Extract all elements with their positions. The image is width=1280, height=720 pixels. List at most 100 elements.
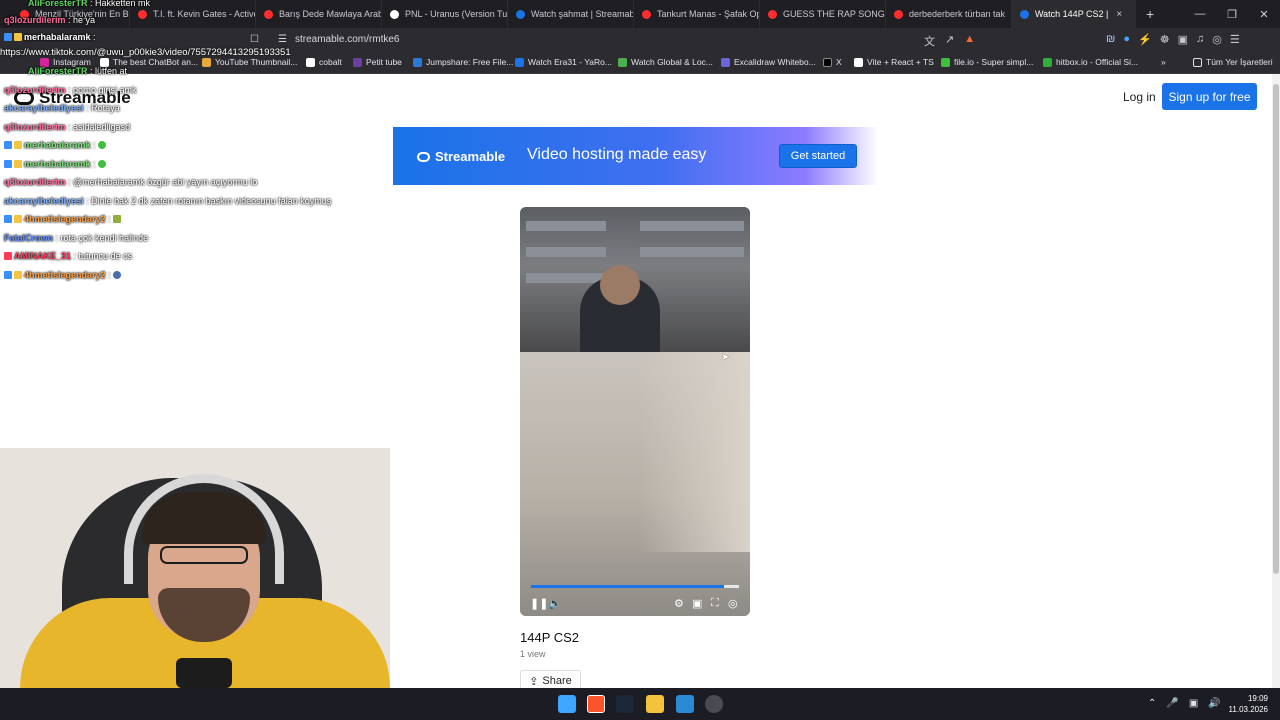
- tab[interactable]: derbederberk türban tak: [886, 0, 1012, 28]
- video-progress-bar[interactable]: [531, 585, 739, 588]
- translate-icon[interactable]: 文: [924, 33, 935, 49]
- chevron-up-icon[interactable]: ⌃: [1148, 698, 1156, 709]
- bookmark-item[interactable]: The best ChatBot an...: [100, 57, 198, 67]
- site-logo[interactable]: Streamable: [14, 88, 131, 108]
- bookmark-item[interactable]: hitbox.io - Official Si...: [1043, 57, 1138, 67]
- file-explorer-icon[interactable]: [646, 695, 664, 713]
- bookmark-item[interactable]: cobalt: [306, 57, 342, 67]
- bookmarks-bar: Instagram The best ChatBot an... YouTube…: [0, 52, 1280, 74]
- bookmark-label: X: [836, 57, 842, 67]
- more-bookmarks-button[interactable]: »: [1161, 57, 1166, 67]
- person-head: [600, 265, 640, 305]
- display-icon[interactable]: ▣: [1189, 698, 1198, 709]
- all-bookmarks-item[interactable]: Tüm Yer İşaretleri: [1193, 57, 1273, 67]
- menu-icon[interactable]: ☰: [1230, 33, 1240, 46]
- close-window-icon[interactable]: ✕: [1248, 8, 1280, 21]
- get-started-button[interactable]: Get started: [779, 144, 857, 168]
- extension-icon[interactable]: ₪: [1106, 33, 1115, 46]
- tab[interactable]: GUESS THE RAP SONG - M: [760, 0, 886, 28]
- bookmark-item[interactable]: Excalidraw Whitebo...: [721, 57, 816, 67]
- bookmark-icon[interactable]: ☐: [250, 34, 259, 45]
- bookmark-label: Vite + React + TS: [867, 57, 934, 67]
- share-icon[interactable]: ↗: [945, 33, 954, 49]
- tab-strip: Menzil Türkiye'nin En Büy T.I. ft. Kevin…: [0, 0, 1280, 28]
- all-bookmarks-label: Tüm Yer İşaretleri: [1206, 57, 1273, 67]
- excalidraw-icon: [721, 57, 730, 67]
- bookmark-item[interactable]: YouTube Thumbnail...: [202, 57, 297, 67]
- bookmark-item[interactable]: Vite + React + TS: [854, 57, 934, 67]
- video-player[interactable]: ❚❚ 🔈 ⚙ ▣ ⛶ ◎: [520, 207, 750, 616]
- bookmark-item[interactable]: Petit tube: [353, 57, 402, 67]
- bookmark-item[interactable]: Watch Global & Loc...: [618, 57, 713, 67]
- brave-shield-icon[interactable]: ▲: [964, 33, 975, 49]
- instagram-icon: [40, 57, 49, 67]
- taskbar: ⌃ 🎤 ▣ 🔊 19:09 11.03.2026: [0, 688, 1280, 720]
- clock[interactable]: 19:09 11.03.2026: [1224, 693, 1268, 715]
- fullscreen-icon[interactable]: ⛶: [711, 597, 719, 610]
- bookmark-item[interactable]: file.io - Super simpl...: [941, 57, 1033, 67]
- wallet-icon[interactable]: ◎: [1212, 33, 1222, 46]
- remote-desktop-icon[interactable]: [676, 695, 694, 713]
- clock-date: 11.03.2026: [1228, 705, 1268, 714]
- wall-texture: [640, 352, 750, 552]
- music-icon[interactable]: ♫: [1196, 33, 1204, 46]
- bookmark-label: Watch Global & Loc...: [631, 57, 713, 67]
- screen: Menzil Türkiye'nin En Büy T.I. ft. Kevin…: [0, 0, 1280, 720]
- global-icon: [618, 57, 627, 67]
- tab-label: Tankurt Manas - Şafak Op: [657, 9, 760, 19]
- streamable-watermark-icon[interactable]: ◎: [728, 597, 738, 610]
- tab-label: Barış Dede Mawlaya Arab: [279, 9, 382, 19]
- speaker-icon[interactable]: 🔊: [1208, 698, 1220, 709]
- sidebar-icon[interactable]: ▣: [1178, 33, 1188, 46]
- login-link[interactable]: Log in: [1123, 90, 1156, 104]
- tab[interactable]: Menzil Türkiye'nin En Büy: [0, 0, 130, 28]
- tab-active[interactable]: Watch 144P CS2 | ×: [1012, 0, 1136, 28]
- address-bar: ☐ ☰ streamable.com/rmtke6 文 ↗ ▲ ₪ ● ⚡ ☸ …: [0, 28, 1280, 52]
- bookmark-item[interactable]: Watch Era31 - YaRo...: [515, 57, 612, 67]
- banner-logo: Streamable: [417, 149, 505, 164]
- shelf: [640, 247, 744, 257]
- chatbot-icon: [100, 57, 109, 67]
- extension-icon[interactable]: ⚡: [1138, 33, 1152, 46]
- bookmark-label: Instagram: [53, 57, 91, 67]
- url-field[interactable]: streamable.com/rmtke6: [295, 34, 399, 45]
- webcam-overlay: [0, 448, 390, 688]
- pause-icon[interactable]: ❚❚: [530, 597, 548, 610]
- video-frame-top: [520, 207, 750, 352]
- video-title: 144P CS2: [520, 630, 580, 645]
- shelf: [526, 247, 606, 257]
- signup-button[interactable]: Sign up for free: [1162, 83, 1257, 110]
- minimize-icon[interactable]: —: [1184, 8, 1216, 20]
- promo-banner[interactable]: Streamable Video hosting made easy Get s…: [393, 127, 878, 185]
- tab[interactable]: PNL - Uranus (Version Tun: [382, 0, 508, 28]
- steam-icon[interactable]: [616, 695, 634, 713]
- puzzle-icon[interactable]: ☸: [1160, 33, 1170, 46]
- new-tab-button[interactable]: +: [1136, 6, 1164, 22]
- microphone-icon[interactable]: 🎤: [1166, 698, 1178, 709]
- close-tab-icon[interactable]: ×: [1116, 9, 1122, 20]
- youtube-icon: [768, 9, 777, 19]
- bookmark-item[interactable]: X: [823, 57, 842, 67]
- bookmark-item[interactable]: Jumpshare: Free File...: [413, 57, 513, 67]
- petit-tube-icon: [353, 57, 362, 67]
- tab[interactable]: Watch şahmat | Streamab: [508, 0, 634, 28]
- tab[interactable]: T.I. ft. Kevin Gates - Active: [130, 0, 256, 28]
- tab[interactable]: Barış Dede Mawlaya Arab: [256, 0, 382, 28]
- site-settings-icon[interactable]: ☰: [278, 34, 288, 45]
- tab[interactable]: Tankurt Manas - Şafak Op: [634, 0, 760, 28]
- address-actions: 文 ↗ ▲: [924, 33, 975, 49]
- file-io-icon: [941, 57, 950, 67]
- settings-icon[interactable]: ⚙: [674, 597, 684, 610]
- app-icon[interactable]: [705, 695, 723, 713]
- bookmark-item[interactable]: Instagram: [40, 57, 91, 67]
- pip-icon[interactable]: ▣: [692, 597, 702, 610]
- extension-icon[interactable]: ●: [1123, 33, 1130, 46]
- tab-label: derbederberk türban tak: [909, 9, 1006, 19]
- maximize-icon[interactable]: ❐: [1216, 8, 1248, 21]
- brave-browser-icon[interactable]: [587, 695, 605, 713]
- volume-icon[interactable]: 🔈: [548, 597, 562, 610]
- scrollbar-thumb[interactable]: [1273, 84, 1279, 574]
- extensions: ₪ ● ⚡ ☸ ▣ ♫ ◎ ☰: [1106, 33, 1240, 46]
- windows-start-icon[interactable]: [558, 695, 576, 713]
- cobalt-icon: [306, 57, 315, 67]
